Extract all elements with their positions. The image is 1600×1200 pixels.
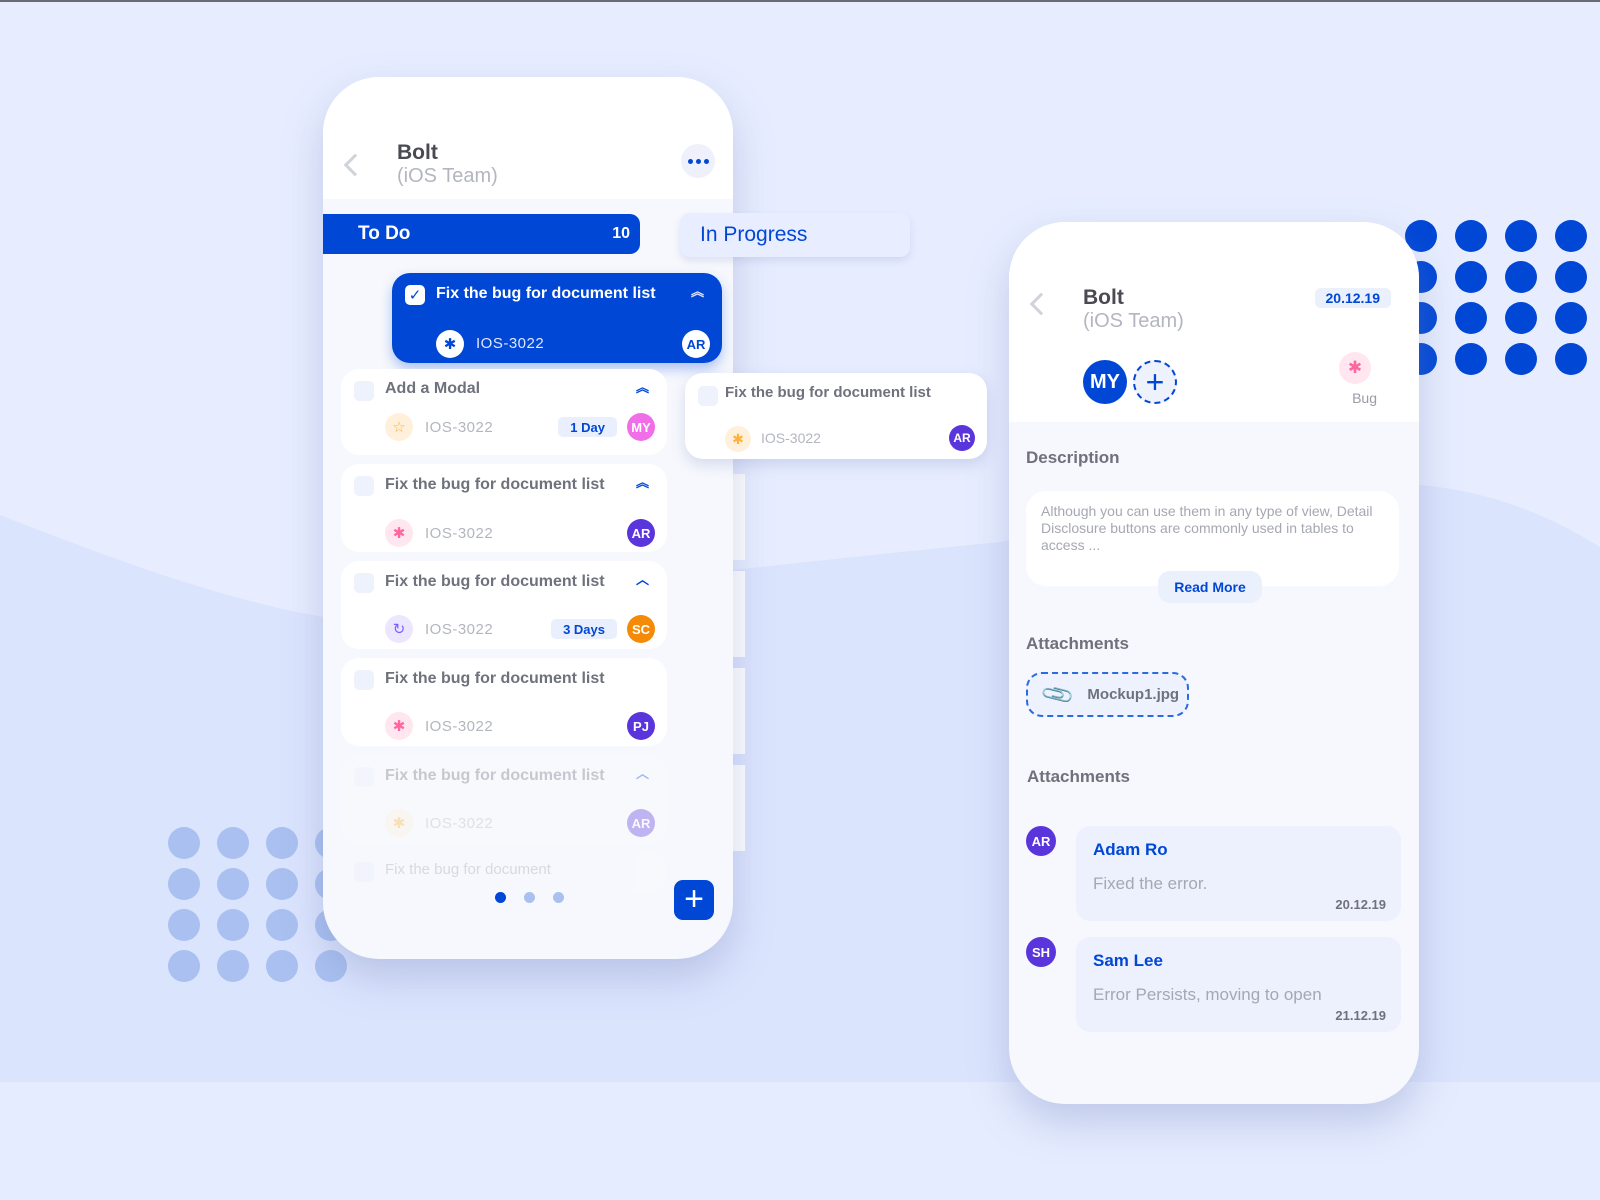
- comment-date: 20.12.19: [1335, 897, 1386, 912]
- team-name: (iOS Team): [397, 165, 498, 187]
- add-member-button[interactable]: +: [1133, 360, 1177, 404]
- bug-icon: ✱: [1339, 352, 1371, 384]
- project-title: Bolt: [397, 141, 438, 164]
- attachments-heading: Attachments: [1026, 634, 1129, 653]
- task-title: Fix the bug for document list: [385, 573, 605, 590]
- double-chevron-up-icon: ︽: [635, 380, 649, 395]
- column-label: To Do: [358, 223, 411, 244]
- decorative-dots-right: [1405, 220, 1587, 375]
- task-card[interactable]: Fix the bug for document list ︽ ✱ IOS-30…: [341, 464, 667, 552]
- assignee-avatar: SC: [627, 615, 655, 643]
- double-chevron-up-icon: ︽: [690, 284, 704, 299]
- checkbox[interactable]: [354, 862, 374, 882]
- task-id: IOS-3022: [476, 335, 545, 352]
- task-detail-screen: Bolt (iOS Team) 20.12.19 MY + ✱ Bug Desc…: [1009, 222, 1419, 1104]
- bug-icon: ✱: [385, 809, 413, 837]
- attachment-item[interactable]: 📎 Mockup1.jpg: [1026, 672, 1189, 717]
- checkbox[interactable]: [354, 381, 374, 401]
- task-id: IOS-3022: [425, 815, 494, 832]
- comment-author[interactable]: Adam Ro: [1093, 840, 1168, 860]
- bug-icon: ✱: [725, 426, 751, 452]
- task-id: IOS-3022: [425, 718, 494, 735]
- checkbox[interactable]: [354, 670, 374, 690]
- page-dot-active[interactable]: [495, 892, 506, 903]
- assignee-avatar: AR: [627, 519, 655, 547]
- task-title: Fix the bug for document list: [385, 767, 605, 784]
- task-type-label: Bug: [1352, 390, 1377, 406]
- chevron-up-icon: ︿: [635, 766, 649, 781]
- comment-item: Sam Lee Error Persists, moving to open 2…: [1076, 937, 1401, 1032]
- assignee-avatar: PJ: [627, 712, 655, 740]
- task-title: Fix the bug for document list: [385, 476, 605, 493]
- chevron-up-icon: ︿: [635, 572, 649, 587]
- assignee-avatar: AR: [627, 809, 655, 837]
- task-card-dragging[interactable]: Fix the bug for document list ✱ IOS-3022…: [685, 373, 987, 459]
- task-card[interactable]: Fix the bug for document list ︿ ✱ IOS-30…: [341, 755, 667, 843]
- task-card[interactable]: Fix the bug for document list ︿ ↻ IOS-30…: [341, 561, 667, 649]
- task-card[interactable]: Fix the bug for document list ✱ IOS-3022…: [341, 658, 667, 746]
- comment-text: Fixed the error.: [1093, 874, 1208, 893]
- more-options-button[interactable]: [681, 144, 715, 178]
- comment-author[interactable]: Sam Lee: [1093, 951, 1163, 971]
- task-title: Fix the bug for document list: [385, 670, 605, 687]
- task-card[interactable]: Fix the bug for document: [341, 852, 667, 892]
- column-tab-todo[interactable]: To Do 10: [323, 214, 640, 254]
- board-screen: Bolt (iOS Team) To Do 10 ✓ Fix the bug f…: [323, 77, 733, 959]
- task-title: Add a Modal: [385, 380, 481, 397]
- assignee-avatar: MY: [627, 413, 655, 441]
- due-badge: 3 Days: [551, 619, 617, 639]
- task-id: IOS-3022: [425, 621, 494, 638]
- comment-avatar: AR: [1026, 826, 1056, 856]
- bug-icon: ✱: [385, 519, 413, 547]
- task-title: Fix the bug for document: [385, 861, 551, 878]
- board-header: [323, 77, 733, 199]
- refresh-icon: ↻: [385, 615, 413, 643]
- due-date-badge: 20.12.19: [1314, 288, 1391, 308]
- due-badge: 1 Day: [558, 417, 617, 437]
- team-name: (iOS Team): [1083, 310, 1184, 332]
- checkbox[interactable]: [354, 767, 374, 787]
- task-id: IOS-3022: [425, 525, 494, 542]
- bug-icon: ✱: [436, 330, 464, 358]
- page-dot[interactable]: [553, 892, 564, 903]
- bug-icon: ✱: [385, 712, 413, 740]
- task-id: IOS-3022: [425, 419, 494, 436]
- page-indicator: [495, 892, 564, 903]
- star-icon: ☆: [385, 413, 413, 441]
- assignee-avatar: AR: [682, 330, 710, 358]
- more-horizontal-icon: [687, 158, 693, 164]
- task-id: IOS-3022: [761, 430, 821, 446]
- paperclip-icon: 📎: [1039, 675, 1076, 713]
- comment-text: Error Persists, moving to open: [1093, 985, 1322, 1004]
- task-card[interactable]: Add a Modal ︽ ☆ IOS-3022 1 Day MY: [341, 369, 667, 455]
- task-card-active[interactable]: ✓ Fix the bug for document list ︽ ✱ IOS-…: [392, 273, 722, 363]
- checkbox-checked[interactable]: ✓: [405, 285, 425, 305]
- read-more-button[interactable]: Read More: [1158, 571, 1262, 603]
- comment-avatar: SH: [1026, 937, 1056, 967]
- assignee-avatar: AR: [949, 425, 975, 451]
- checkbox[interactable]: [698, 386, 718, 406]
- add-task-button[interactable]: +: [674, 880, 714, 920]
- comments-heading: Attachments: [1027, 767, 1130, 786]
- checkbox[interactable]: [354, 573, 374, 593]
- task-title: Fix the bug for document list: [436, 285, 656, 302]
- triple-chevron-up-icon: ︽: [635, 475, 649, 490]
- column-count: 10: [612, 225, 630, 242]
- project-title: Bolt: [1083, 286, 1124, 309]
- decorative-dots-left: [168, 827, 347, 982]
- page-dot[interactable]: [524, 892, 535, 903]
- comment-date: 21.12.19: [1335, 1008, 1386, 1023]
- comment-item: Adam Ro Fixed the error. 20.12.19: [1076, 826, 1401, 921]
- attachment-filename: Mockup1.jpg: [1087, 686, 1180, 703]
- column-tab-in-progress[interactable]: In Progress: [680, 213, 910, 257]
- description-heading: Description: [1026, 448, 1120, 467]
- checkbox[interactable]: [354, 476, 374, 496]
- task-title: Fix the bug for document list: [725, 384, 931, 401]
- member-avatar[interactable]: MY: [1083, 360, 1127, 404]
